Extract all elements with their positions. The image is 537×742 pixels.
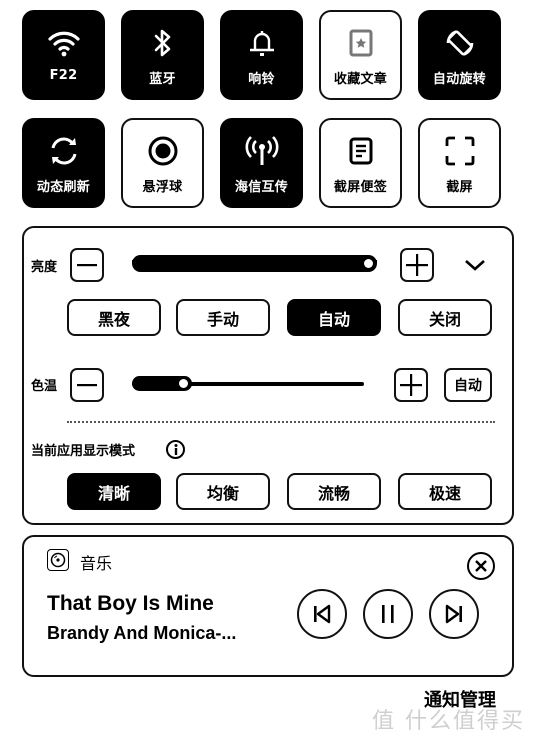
tile-dynamic-refresh[interactable]: 动态刷新 xyxy=(22,118,105,208)
chevron-down-icon xyxy=(465,260,485,271)
color-temp-auto-button[interactable]: 自动 xyxy=(444,368,492,402)
watermark: 值 什么值得买 xyxy=(372,709,525,734)
brightness-slider[interactable] xyxy=(132,254,377,274)
tile-label: 截屏 xyxy=(446,180,473,195)
tile-label: 海信互传 xyxy=(234,180,289,195)
note-icon xyxy=(344,134,378,168)
display-settings-panel: 亮度 黑夜 手动 自动 关闭 色温 自动 当前应用显示模式 清晰 均衡 流畅 极… xyxy=(22,226,514,525)
close-music-button[interactable] xyxy=(467,552,495,580)
mode-label: 关闭 xyxy=(428,309,461,329)
display-mode-balanced[interactable]: 均衡 xyxy=(176,473,270,510)
previous-track-button[interactable] xyxy=(297,589,347,639)
tile-hisense-share[interactable]: 海信互传 xyxy=(220,118,303,208)
song-artist: Brandy And Monica-... xyxy=(47,623,237,643)
mode-label: 黑夜 xyxy=(97,309,130,329)
tile-label: 响铃 xyxy=(248,72,275,87)
skip-next-icon xyxy=(445,604,462,624)
brightness-increase-button[interactable] xyxy=(400,248,434,282)
color-temp-decrease-button[interactable] xyxy=(70,368,104,402)
bell-icon xyxy=(245,26,279,60)
tile-screenshot-note[interactable]: 截屏便签 xyxy=(319,118,402,208)
mode-label: 自动 xyxy=(317,309,350,329)
music-app-label: 音乐 xyxy=(80,554,113,573)
brightness-knob[interactable] xyxy=(362,257,375,270)
expand-chevron-button[interactable] xyxy=(462,255,488,275)
bluetooth-icon xyxy=(146,26,180,60)
mode-label: 流畅 xyxy=(317,483,350,503)
color-temp-knob[interactable] xyxy=(177,377,190,390)
brightness-fill xyxy=(132,255,377,272)
tile-label: 自动旋转 xyxy=(432,72,487,87)
tile-label: F22 xyxy=(49,68,78,83)
brightness-decrease-button[interactable] xyxy=(70,248,104,282)
tile-auto-rotate[interactable]: 自动旋转 xyxy=(418,10,501,100)
tile-label: 收藏文章 xyxy=(333,72,388,87)
display-mode-label: 当前应用显示模式 xyxy=(31,444,136,459)
pause-icon xyxy=(382,605,394,623)
display-mode-fast[interactable]: 极速 xyxy=(398,473,492,510)
plus-icon xyxy=(400,374,422,396)
color-temp-slider[interactable] xyxy=(132,374,364,394)
floating-ball-icon xyxy=(146,134,180,168)
mode-label: 极速 xyxy=(428,483,461,503)
color-temp-label: 色温 xyxy=(31,379,58,394)
tile-floating-ball[interactable]: 悬浮球 xyxy=(121,118,204,208)
mode-label: 手动 xyxy=(206,309,239,329)
color-temp-increase-button[interactable] xyxy=(394,368,428,402)
dotted-divider xyxy=(67,421,495,423)
skip-previous-icon xyxy=(314,604,331,624)
pause-button[interactable] xyxy=(363,589,413,639)
tile-label: 蓝牙 xyxy=(149,72,176,87)
next-track-button[interactable] xyxy=(429,589,479,639)
wifi-icon xyxy=(47,26,81,60)
tile-label: 动态刷新 xyxy=(36,180,91,195)
display-mode-smooth[interactable]: 流畅 xyxy=(287,473,381,510)
star-bookmark-icon xyxy=(344,26,378,60)
tile-ring[interactable]: 响铃 xyxy=(220,10,303,100)
tile-screenshot[interactable]: 截屏 xyxy=(418,118,501,208)
display-mode-clear[interactable]: 清晰 xyxy=(67,473,161,510)
tile-wifi[interactable]: F22 xyxy=(22,10,105,100)
tile-favorite-article[interactable]: 收藏文章 xyxy=(319,10,402,100)
auto-rotate-icon xyxy=(443,26,477,60)
tile-label: 悬浮球 xyxy=(142,180,183,195)
song-title: That Boy Is Mine xyxy=(47,592,214,615)
minus-icon xyxy=(77,264,97,267)
brightness-mode-manual[interactable]: 手动 xyxy=(176,299,270,336)
brightness-mode-night[interactable]: 黑夜 xyxy=(67,299,161,336)
music-player-card: 音乐 That Boy Is Mine Brandy And Monica-..… xyxy=(22,535,514,677)
plus-icon xyxy=(406,254,428,276)
music-app-icon xyxy=(47,549,69,571)
mode-label: 均衡 xyxy=(206,483,239,503)
close-icon xyxy=(475,560,487,572)
screenshot-icon xyxy=(443,134,477,168)
auto-label: 自动 xyxy=(454,378,482,394)
tile-label: 截屏便签 xyxy=(333,180,388,195)
brightness-label: 亮度 xyxy=(31,260,58,275)
mode-label: 清晰 xyxy=(97,483,130,503)
info-icon[interactable] xyxy=(166,440,185,459)
brightness-mode-auto[interactable]: 自动 xyxy=(287,299,381,336)
brightness-mode-off[interactable]: 关闭 xyxy=(398,299,492,336)
antenna-icon xyxy=(245,134,279,168)
minus-icon xyxy=(77,384,97,387)
tile-bluetooth[interactable]: 蓝牙 xyxy=(121,10,204,100)
refresh-icon xyxy=(47,134,81,168)
